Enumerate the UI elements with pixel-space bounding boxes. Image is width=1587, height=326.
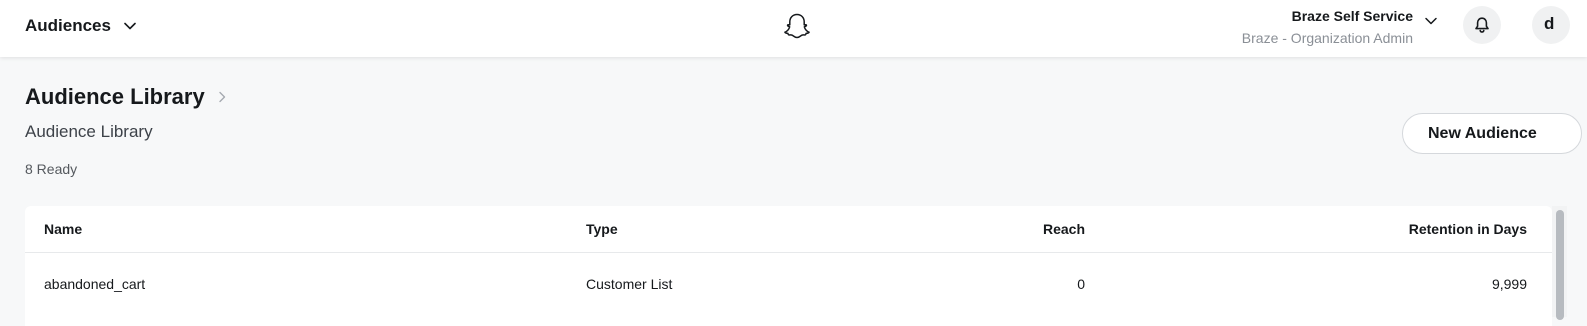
- chevron-down-icon: [124, 22, 136, 30]
- page-title: Audience Library: [25, 84, 205, 109]
- avatar[interactable]: d: [1532, 6, 1570, 44]
- top-bar: Audiences Braze Self Service Braze - Org…: [0, 0, 1587, 57]
- cell-retention: 9,999: [1491, 276, 1527, 292]
- cell-reach: 0: [1077, 276, 1085, 292]
- chevron-right-icon: [219, 91, 225, 103]
- account-switcher[interactable]: Braze Self Service Braze - Organization …: [1242, 7, 1413, 47]
- column-header-reach[interactable]: Reach: [1043, 206, 1085, 253]
- notifications-button[interactable]: [1463, 6, 1501, 44]
- table-row[interactable]: abandoned_cart Customer List 0 9,999: [25, 261, 1552, 308]
- new-audience-button[interactable]: New Audience: [1402, 113, 1582, 154]
- cell-type: Customer List: [586, 276, 673, 292]
- chevron-down-icon[interactable]: [1424, 14, 1438, 28]
- page-subtitle: Audience Library: [25, 122, 153, 141]
- bell-icon: [1475, 17, 1489, 33]
- column-header-retention[interactable]: Retention in Days: [1409, 206, 1527, 253]
- table-header: Name Type Reach Retention in Days: [25, 206, 1552, 253]
- nav-title: Audiences: [25, 16, 111, 35]
- audiences-table: Name Type Reach Retention in Days abando…: [25, 206, 1552, 326]
- scrollbar-thumb[interactable]: [1556, 210, 1564, 320]
- cell-name: abandoned_cart: [44, 276, 146, 292]
- snapchat-logo-icon: [784, 13, 810, 39]
- account-name: Braze Self Service: [1291, 8, 1413, 24]
- column-header-name[interactable]: Name: [44, 206, 82, 253]
- audiences-menu[interactable]: Audiences: [25, 16, 137, 36]
- breadcrumb: Audience Library: [25, 84, 227, 110]
- status-count: 8 Ready: [25, 161, 78, 177]
- column-header-type[interactable]: Type: [586, 206, 618, 253]
- account-role: Braze - Organization Admin: [1241, 30, 1413, 46]
